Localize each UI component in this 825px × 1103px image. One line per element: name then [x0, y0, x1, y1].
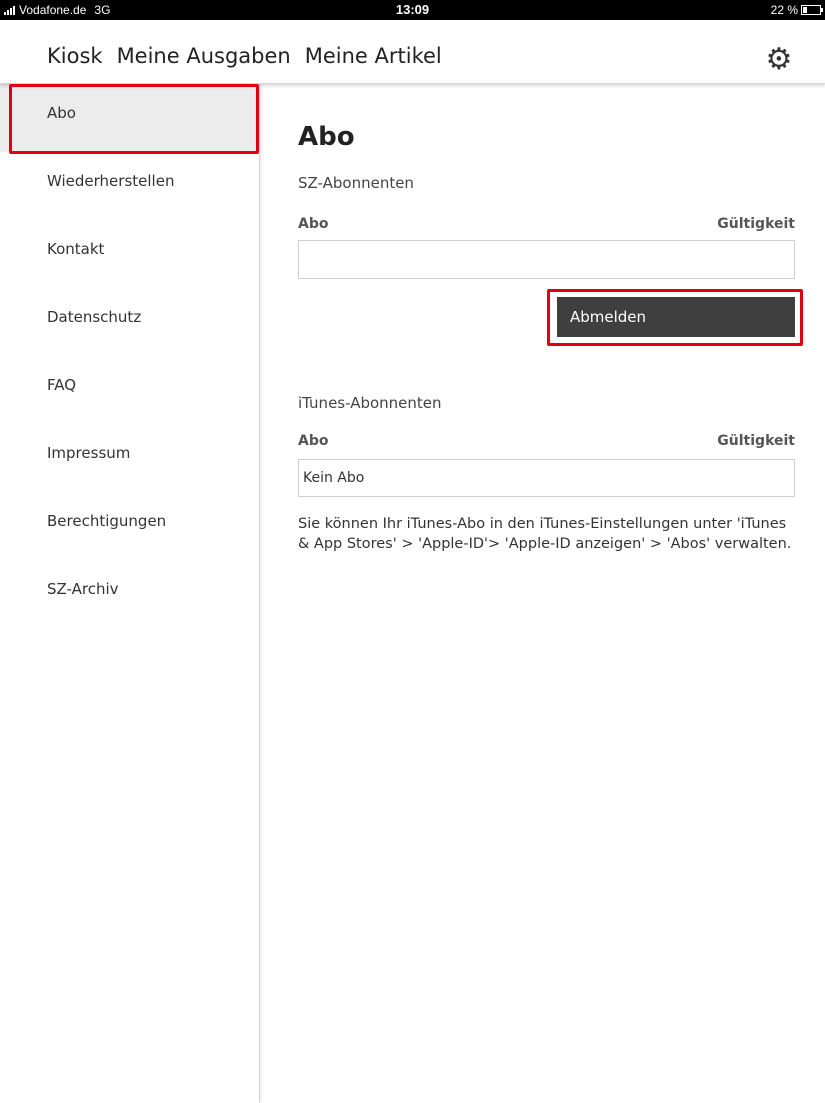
- sidebar-item-label: Impressum: [47, 444, 131, 462]
- sz-col-abo: Abo: [298, 216, 329, 232]
- sidebar: Abo Wiederherstellen Kontakt Datenschutz…: [0, 84, 260, 1103]
- sidebar-item-berechtigungen[interactable]: Berechtigungen: [0, 492, 259, 560]
- sidebar-item-label: Wiederherstellen: [47, 172, 175, 190]
- status-bar: Vodafone.de 3G 13:09 22 %: [0, 0, 825, 20]
- top-navigation: Kiosk Meine Ausgaben Meine Artikel ⚙: [0, 20, 825, 84]
- page-title: Abo: [298, 122, 355, 152]
- sz-subscription-field: [298, 240, 795, 279]
- sidebar-item-label: Datenschutz: [47, 308, 142, 326]
- gear-icon[interactable]: ⚙: [764, 45, 794, 75]
- tab-meine-artikel[interactable]: Meine Artikel: [305, 44, 442, 68]
- sidebar-item-label: SZ-Archiv: [47, 580, 119, 598]
- tab-meine-ausgaben[interactable]: Meine Ausgaben: [117, 44, 291, 68]
- status-right: 22 %: [770, 3, 823, 17]
- sidebar-item-wiederherstellen[interactable]: Wiederherstellen: [0, 152, 259, 220]
- sidebar-item-sz-archiv[interactable]: SZ-Archiv: [0, 560, 259, 628]
- itunes-info-text: Sie können Ihr iTunes-Abo in den iTunes-…: [298, 516, 792, 552]
- sidebar-item-kontakt[interactable]: Kontakt: [0, 220, 259, 288]
- sidebar-item-faq[interactable]: FAQ: [0, 356, 259, 424]
- nav-tabs: Kiosk Meine Ausgaben Meine Artikel: [47, 44, 442, 68]
- logout-button-frame: Abmelden: [547, 289, 803, 346]
- itunes-col-validity: Gültigkeit: [717, 433, 795, 449]
- sidebar-item-impressum[interactable]: Impressum: [0, 424, 259, 492]
- sidebar-item-label: FAQ: [47, 376, 77, 394]
- sz-section-title: SZ-Abonnenten: [298, 174, 414, 192]
- sidebar-item-label: Berechtigungen: [47, 512, 167, 530]
- sidebar-item-label: Abo: [47, 104, 76, 122]
- battery-percent: 22 %: [770, 3, 798, 17]
- battery-icon: [801, 5, 823, 15]
- sidebar-item-datenschutz[interactable]: Datenschutz: [0, 288, 259, 356]
- battery-fill: [803, 7, 807, 13]
- itunes-section-title: iTunes-Abonnenten: [298, 394, 442, 412]
- itunes-col-abo: Abo: [298, 433, 329, 449]
- logout-button[interactable]: Abmelden: [557, 297, 795, 337]
- tab-kiosk[interactable]: Kiosk: [47, 44, 103, 68]
- clock: 13:09: [395, 2, 430, 17]
- sidebar-item-label: Kontakt: [47, 240, 105, 258]
- sz-col-validity: Gültigkeit: [717, 216, 795, 232]
- itunes-subscription-field: Kein Abo: [298, 459, 795, 497]
- sidebar-item-abo[interactable]: Abo: [0, 84, 259, 152]
